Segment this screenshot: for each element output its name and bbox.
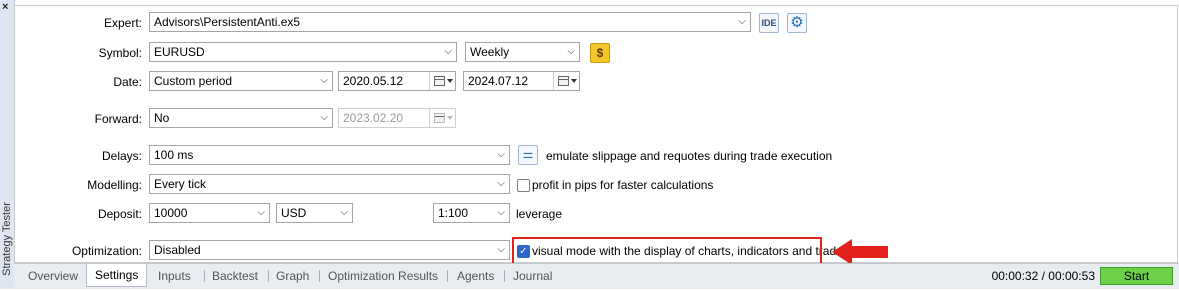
tab-agents[interactable]: Agents [457, 267, 494, 286]
forward-value: No [154, 111, 170, 125]
deposit-amount-value: 10000 [154, 206, 188, 220]
optimization-label: Optimization: [71, 244, 142, 258]
forward-date-picker: 2023.02.20 [338, 108, 456, 128]
chevron-down-icon [567, 43, 575, 61]
expert-label: Expert: [103, 16, 142, 30]
date-to-picker[interactable]: 2024.07.12 [463, 71, 580, 91]
chevron-down-icon [497, 146, 505, 164]
calendar-icon[interactable] [553, 72, 579, 90]
calendar-icon [429, 109, 455, 127]
tab-settings[interactable]: Settings [86, 264, 148, 287]
panel-title: Strategy Tester [1, 202, 13, 276]
symbol-value: EURUSD [154, 45, 205, 59]
ide-button[interactable]: IDE [759, 13, 779, 33]
date-from-picker[interactable]: 2020.05.12 [338, 71, 456, 91]
leverage-value: 1:100 [438, 206, 469, 220]
chevron-down-icon [444, 43, 452, 61]
chevron-down-icon [738, 13, 746, 31]
chevron-down-icon [257, 204, 265, 222]
date-mode-select[interactable]: Custom period [149, 71, 333, 91]
tab-separator [504, 270, 505, 282]
tab-separator [204, 270, 205, 282]
start-button[interactable]: Start [1100, 267, 1173, 285]
currency-value: USD [281, 206, 307, 220]
optimization-value: Disabled [154, 243, 201, 257]
calendar-icon[interactable] [429, 72, 455, 90]
optimization-select[interactable]: Disabled [149, 240, 510, 260]
highlight-box [512, 237, 822, 265]
tab-separator [447, 270, 448, 282]
period-select[interactable]: Weekly [465, 42, 580, 62]
tab-separator [268, 270, 269, 282]
forward-date-value: 2023.02.20 [343, 111, 404, 125]
elapsed-timer: 00:00:32 / 00:00:53 [991, 269, 1095, 283]
tab-overview[interactable]: Overview [28, 267, 78, 286]
gear-icon[interactable]: ⚙ [787, 13, 807, 33]
chevron-down-icon [497, 175, 505, 193]
modelling-label: Modelling: [87, 178, 142, 192]
tab-backtest[interactable]: Backtest [212, 267, 258, 286]
chevron-down-icon [497, 241, 505, 259]
chevron-down-icon [497, 204, 505, 222]
modelling-value: Every tick [154, 177, 207, 191]
deposit-amount-select[interactable]: 10000 [149, 203, 270, 223]
tab-optimization-results[interactable]: Optimization Results [328, 267, 438, 286]
symbol-label: Symbol: [98, 46, 142, 60]
side-panel: × Strategy Tester [0, 0, 15, 289]
period-value: Weekly [470, 45, 510, 59]
date-from-value: 2020.05.12 [343, 74, 404, 88]
delays-note: emulate slippage and requotes during tra… [546, 149, 833, 163]
date-to-value: 2024.07.12 [468, 74, 529, 88]
leverage-label: leverage [516, 207, 563, 221]
modelling-select[interactable]: Every tick [149, 174, 510, 194]
expert-value: Advisors\PersistentAnti.ex5 [154, 15, 301, 29]
tab-graph[interactable]: Graph [276, 267, 309, 286]
tab-journal[interactable]: Journal [513, 267, 552, 286]
chevron-down-icon [320, 72, 328, 90]
forward-label: Forward: [94, 112, 142, 126]
profit-pips-label: profit in pips for faster calculations [532, 178, 714, 192]
date-mode-value: Custom period [154, 74, 233, 88]
delays-label: Delays: [101, 149, 142, 163]
delays-value: 100 ms [154, 148, 194, 162]
symbol-select[interactable]: EURUSD [149, 42, 457, 62]
date-label: Date: [113, 75, 142, 89]
tab-inputs[interactable]: Inputs [158, 267, 191, 286]
expert-select[interactable]: Advisors\PersistentAnti.ex5 [149, 12, 751, 32]
delays-select[interactable]: 100 ms [149, 145, 510, 165]
deposit-label: Deposit: [97, 207, 142, 221]
chevron-down-icon [320, 109, 328, 127]
leverage-select[interactable]: 1:100 [433, 203, 510, 223]
tab-bar: Overview Settings Inputs Backtest Graph … [14, 263, 1179, 289]
close-icon[interactable]: × [2, 1, 8, 13]
currency-select[interactable]: USD [276, 203, 353, 223]
forward-select[interactable]: No [149, 108, 333, 128]
sliders-icon[interactable]: ⚌ [518, 145, 538, 165]
chevron-down-icon [340, 204, 348, 222]
tab-separator [319, 270, 320, 282]
dollar-icon[interactable]: $ [590, 43, 610, 63]
profit-pips-checkbox[interactable] [517, 179, 530, 192]
